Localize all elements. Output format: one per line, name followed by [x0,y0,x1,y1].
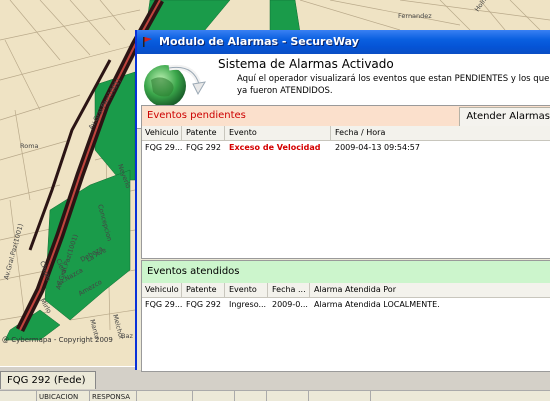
attended-events-header: Eventos atendidos [142,261,550,283]
cell-vehiculo: FQG 29... [145,300,183,309]
banner-title: Sistema de Alarmas Activado [218,57,394,71]
vehicle-table-header: UBICACION RESPONSA [0,390,550,401]
cell-atendida-por: Alarma Atendida LOCALMENTE. [314,300,440,309]
app-flag-icon [143,37,152,47]
pending-grid-header: Vehiculo Patente Evento Fecha / Hora [142,126,550,141]
column-header-vehiculo[interactable]: Vehiculo [142,283,182,297]
column-header-patente[interactable]: Patente [183,283,225,297]
attended-grid-header: Vehiculo Patente Evento Fecha ... Alarma… [142,283,550,298]
window-titlebar[interactable]: Modulo de Alarmas - SecureWay [137,30,550,54]
map-label: Roma [20,142,39,150]
globe-arrow-icon [144,64,206,107]
cell-fecha-hora: 2009-04-13 09:54:57 [335,143,420,152]
cell-evento: Exceso de Velocidad [229,143,321,152]
banner-description: Aquí el operador visualizará los eventos… [237,74,550,96]
alarm-module-window: Modulo de Alarmas - SecureWay Sistema de… [135,30,550,372]
column-header-fecha-hora[interactable]: Fecha / Hora [332,126,550,140]
map-copyright: @ Cybermapa - Copyright 2009 [2,336,113,344]
vehicle-tab[interactable]: FQG 292 (Fede) [0,371,96,389]
column-header-vehiculo[interactable]: Vehiculo [142,126,182,140]
column-header-atendida-por[interactable]: Alarma Atendida Por [311,283,550,297]
attended-events-panel: Eventos atendidos Vehiculo Patente Event… [141,260,550,372]
cell-evento: Ingreso... [229,300,267,309]
table-row[interactable]: FQG 29... FQG 292 Exceso de Velocidad 20… [142,141,550,155]
pending-events-header: Eventos pendientes Atender Alarmas [142,106,550,127]
window-title: Modulo de Alarmas - SecureWay [159,35,359,48]
cell-fecha: 2009-0... [272,300,308,309]
pending-events-panel: Eventos pendientes Atender Alarmas Vehic… [141,105,550,259]
column-header-evento[interactable]: Evento [226,283,268,297]
attend-alarms-button[interactable]: Atender Alarmas [459,107,550,127]
column-header-patente[interactable]: Patente [183,126,225,140]
cell-patente: FQG 292 [186,300,221,309]
map-label: Baz [121,332,133,340]
column-header-fecha[interactable]: Fecha ... [269,283,310,297]
table-row[interactable]: FQG 29... FQG 292 Ingreso... 2009-0... A… [142,298,550,312]
pending-events-title: Eventos pendientes [147,110,246,121]
cell-patente: FQG 292 [186,143,221,152]
column-header-evento[interactable]: Evento [226,126,331,140]
map-label: Fernandez [398,12,432,20]
cell-vehiculo: FQG 29... [145,143,183,152]
